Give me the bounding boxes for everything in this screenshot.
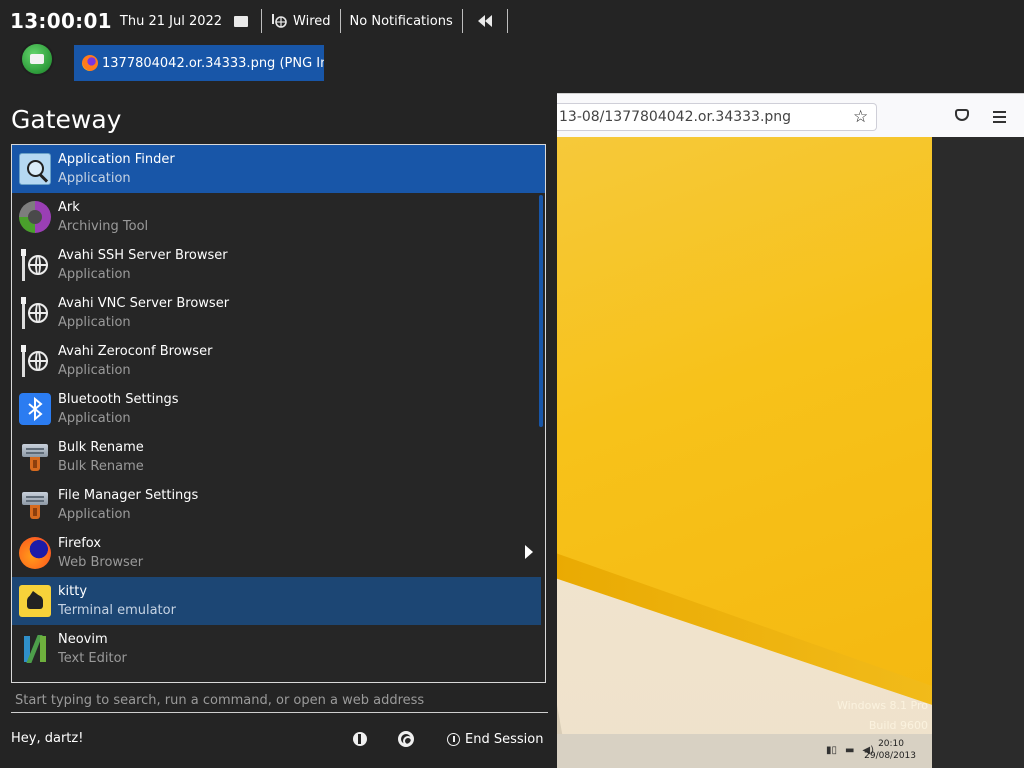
watermark-build: Build 9600: [868, 719, 928, 732]
app-name: Firefox: [58, 535, 102, 551]
app-item-bulk-rename[interactable]: Bulk Rename Bulk Rename: [12, 433, 541, 481]
browser-toolbar: 13-08/1377804042.or.34333.png ☆: [557, 93, 1024, 137]
app-launcher-icon[interactable]: [22, 44, 52, 74]
globe-icon: [19, 345, 51, 377]
bookmark-star-icon[interactable]: ☆: [853, 107, 868, 127]
app-name: Bulk Rename: [58, 439, 144, 455]
search-input[interactable]: [11, 689, 548, 711]
rewind-icon: [477, 15, 492, 27]
kitty-icon: [19, 585, 51, 617]
end-session-button[interactable]: End Session: [447, 729, 543, 749]
app-item-firefox[interactable]: Firefox Web Browser: [12, 529, 541, 577]
firefox-icon: [19, 537, 51, 569]
application-menu: Gateway Application Finder Application A…: [0, 93, 557, 768]
app-description: Application: [58, 362, 131, 378]
app-item-ark[interactable]: Ark Archiving Tool: [12, 193, 541, 241]
switch-user-icon: [398, 731, 414, 747]
submenu-arrow-icon[interactable]: [525, 545, 533, 559]
app-item-kitty[interactable]: kitty Terminal emulator: [12, 577, 541, 625]
display-icon[interactable]: [234, 15, 249, 27]
bluetooth-icon: [19, 393, 51, 425]
menu-title: Gateway: [11, 105, 122, 134]
app-description: Application: [58, 506, 131, 522]
app-name: File Manager Settings: [58, 487, 199, 503]
app-description: Application: [58, 170, 131, 186]
clock[interactable]: 13:00:01: [10, 9, 112, 33]
app-item-avahi-zeroconf[interactable]: Avahi Zeroconf Browser Application: [12, 337, 541, 385]
app-description: Application: [58, 410, 131, 426]
notifications-label: No Notifications: [349, 13, 453, 29]
scrollbar[interactable]: [539, 195, 543, 427]
hamburger-menu-icon[interactable]: [993, 111, 1006, 126]
app-description: Bulk Rename: [58, 458, 144, 474]
browser-window[interactable]: 13-08/1377804042.or.34333.png ☆ Windows …: [557, 93, 1024, 768]
app-item-neovim[interactable]: Neovim Text Editor: [12, 625, 541, 673]
ark-icon: [19, 201, 51, 233]
panel-separator: [339, 9, 341, 33]
app-name: Ark: [58, 199, 80, 215]
firefox-icon: [82, 55, 98, 71]
globe-icon: [19, 297, 51, 329]
browser-content[interactable]: Windows 8.1 Pro Build 9600 ▮▯ ▬ ◀) 20:10…: [557, 137, 1024, 768]
file-manager-settings-icon: [19, 489, 51, 521]
panel-separator: [461, 9, 463, 33]
pocket-icon[interactable]: [955, 109, 969, 121]
wallpaper-image: Windows 8.1 Pro Build 9600 ▮▯ ▬ ◀) 20:10…: [557, 137, 932, 768]
date[interactable]: Thu 21 Jul 2022: [120, 14, 222, 29]
task-button-firefox[interactable]: 1377804042.or.34333.png (PNG Im: [74, 45, 324, 81]
url-bar[interactable]: 13-08/1377804042.or.34333.png: [557, 103, 877, 131]
app-description: Text Editor: [58, 650, 127, 666]
app-name: Bluetooth Settings: [58, 391, 179, 407]
top-panel: 13:00:01 Thu 21 Jul 2022 Wired No Notifi…: [0, 0, 1024, 42]
network-indicator[interactable]: Wired: [271, 13, 331, 29]
app-item-avahi-ssh[interactable]: Avahi SSH Server Browser Application: [12, 241, 541, 289]
network-wired-icon: [272, 14, 287, 28]
app-description: Terminal emulator: [58, 602, 176, 618]
app-item-application-finder[interactable]: Application Finder Application: [12, 145, 545, 193]
search-box: [11, 689, 548, 713]
media-control[interactable]: [477, 15, 492, 27]
notifications-indicator[interactable]: No Notifications: [350, 14, 453, 29]
app-name: kitty: [58, 583, 88, 599]
task-button-label: 1377804042.or.34333.png (PNG Im: [102, 55, 324, 71]
app-name: Neovim: [58, 631, 108, 647]
app-name: Avahi Zeroconf Browser: [58, 343, 213, 359]
switch-user-button[interactable]: [398, 729, 414, 749]
end-session-label: End Session: [465, 731, 544, 747]
app-item-file-manager-settings[interactable]: File Manager Settings Application: [12, 481, 541, 529]
app-item-avahi-vnc[interactable]: Avahi VNC Server Browser Application: [12, 289, 541, 337]
neovim-icon: [19, 633, 51, 665]
panel-separator: [506, 9, 508, 33]
panel-separator: [261, 9, 263, 33]
app-item-bluetooth-settings[interactable]: Bluetooth Settings Application: [12, 385, 541, 433]
app-name: Avahi VNC Server Browser: [58, 295, 230, 311]
application-finder-icon: [19, 153, 51, 185]
power-icon: [447, 732, 460, 746]
tray-flag-icon: ▮▯: [825, 745, 837, 756]
globe-icon: [19, 249, 51, 281]
lock-screen-button[interactable]: [353, 729, 367, 749]
watermark-edition: Windows 8.1 Pro: [836, 699, 928, 712]
screenshot-taskbar: ▮▯ ▬ ◀) 20:10 29/08/2013: [557, 734, 932, 768]
app-name: Application Finder: [58, 151, 175, 167]
app-name: Avahi SSH Server Browser: [58, 247, 228, 263]
network-label: Wired: [293, 13, 331, 29]
user-greeting: Hey, dartz!: [11, 731, 84, 746]
tray-battery-icon: ▬: [844, 745, 855, 756]
screenshot-date: 29/08/2013: [864, 751, 916, 761]
app-description: Archiving Tool: [58, 218, 149, 234]
app-description: Web Browser: [58, 554, 144, 570]
screenshot-time: 20:10: [878, 739, 904, 749]
app-description: Application: [58, 314, 131, 330]
app-description: Application: [58, 266, 131, 282]
bulk-rename-icon: [19, 441, 51, 473]
app-list[interactable]: Application Finder Application Ark Archi…: [11, 144, 546, 683]
lock-screen-icon: [353, 732, 367, 746]
